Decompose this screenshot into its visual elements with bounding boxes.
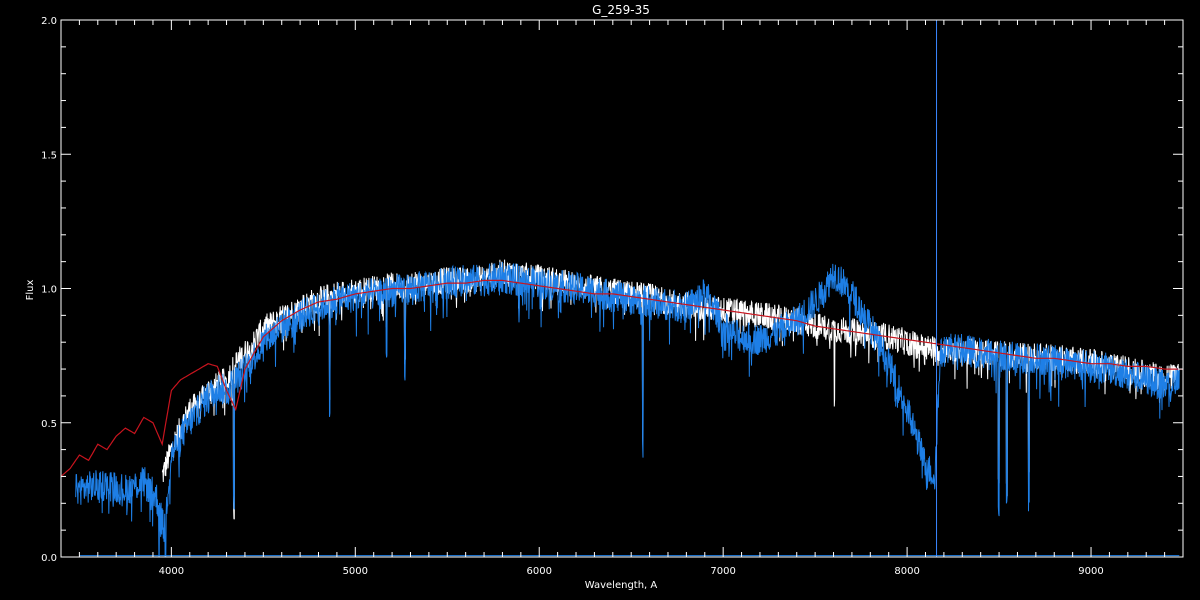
spectrum-chart: G_259-35 Wavelength, A Flux 4000 5000 6000…	[0, 0, 1200, 600]
x-tick-label: 4000	[159, 566, 184, 577]
chart-title: G_259-35	[592, 3, 650, 17]
y-tick-label: 1.5	[41, 150, 57, 161]
y-axis-label: Flux	[25, 280, 36, 301]
x-tick-label: 5000	[343, 566, 368, 577]
y-tick-label: 0.0	[41, 553, 57, 564]
x-tick-label: 7000	[710, 566, 735, 577]
x-tick-label: 6000	[527, 566, 552, 577]
y-tick-label: 2.0	[41, 16, 57, 27]
x-tick-label: 9000	[1078, 566, 1103, 577]
x-tick-label: 8000	[894, 566, 919, 577]
x-axis-label: Wavelength, A	[585, 580, 658, 591]
y-tick-label: 0.5	[41, 419, 57, 430]
y-tick-label: 1.0	[41, 285, 57, 296]
